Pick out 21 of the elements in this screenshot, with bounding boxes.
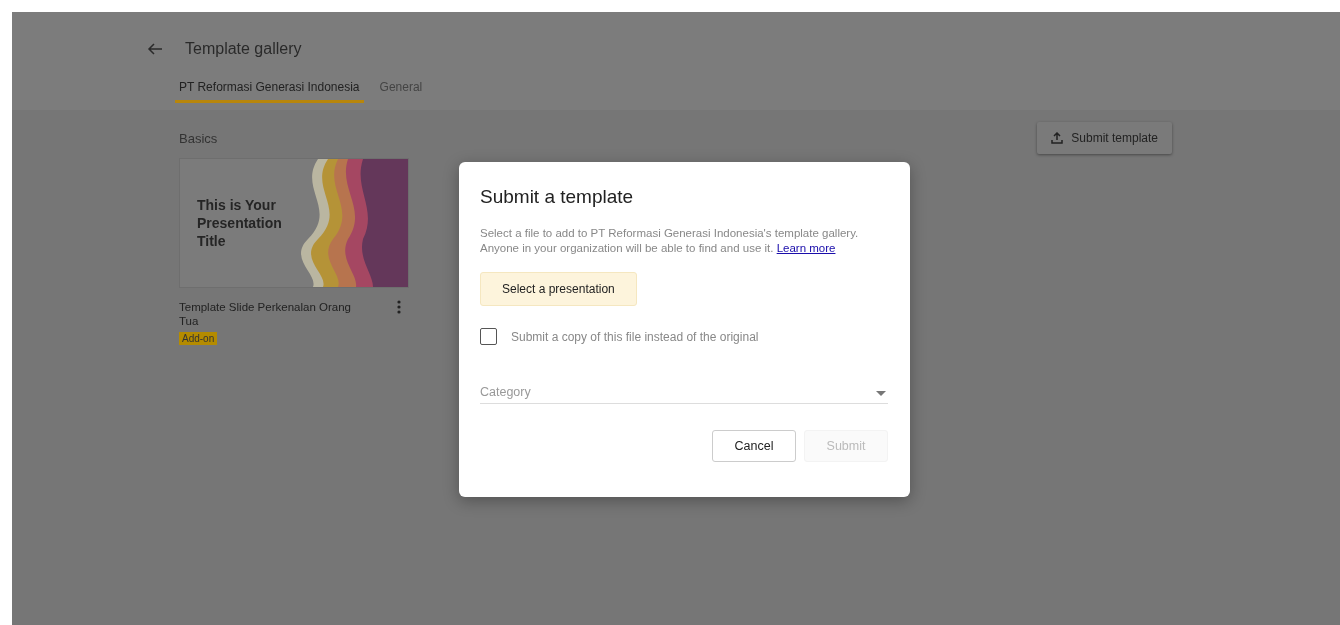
checkbox-label[interactable]: Submit a copy of this file instead of the original — [511, 329, 759, 344]
slide-thumbnail[interactable]: This is Your Presentation Title — [179, 158, 409, 288]
slide-title: This is Your Presentation Title — [197, 196, 283, 250]
submit-template-button[interactable]: Submit template — [1037, 122, 1172, 154]
dialog-title: Submit a template — [480, 186, 635, 208]
dropdown-caret-icon — [876, 391, 886, 396]
page-title: Template gallery — [185, 40, 302, 58]
upload-icon — [1051, 132, 1064, 144]
template-name[interactable]: Template Slide Perkenalan Orang Tua — [179, 300, 369, 328]
back-arrow-icon[interactable] — [147, 41, 163, 57]
more-options-icon[interactable] — [397, 300, 401, 314]
dialog-description: Select a file to add to PT Reformasi Generasi Indonesia's template gallery. Anyone in your organization will be able to find and use it. Learn more — [480, 226, 860, 256]
category-dropdown[interactable]: Category — [480, 385, 888, 404]
addon-badge: Add-on — [179, 332, 218, 345]
cancel-button[interactable]: Cancel — [712, 430, 796, 462]
section-title: Basics — [179, 130, 218, 146]
select-presentation-button[interactable]: Select a presentation — [480, 272, 637, 306]
checkbox[interactable] — [480, 328, 497, 345]
learn-more-link[interactable]: Learn more — [776, 242, 836, 254]
tab[interactable]: PT Reformasi Generasi Indonesia — [175, 80, 364, 103]
tab[interactable]: General — [375, 80, 427, 103]
